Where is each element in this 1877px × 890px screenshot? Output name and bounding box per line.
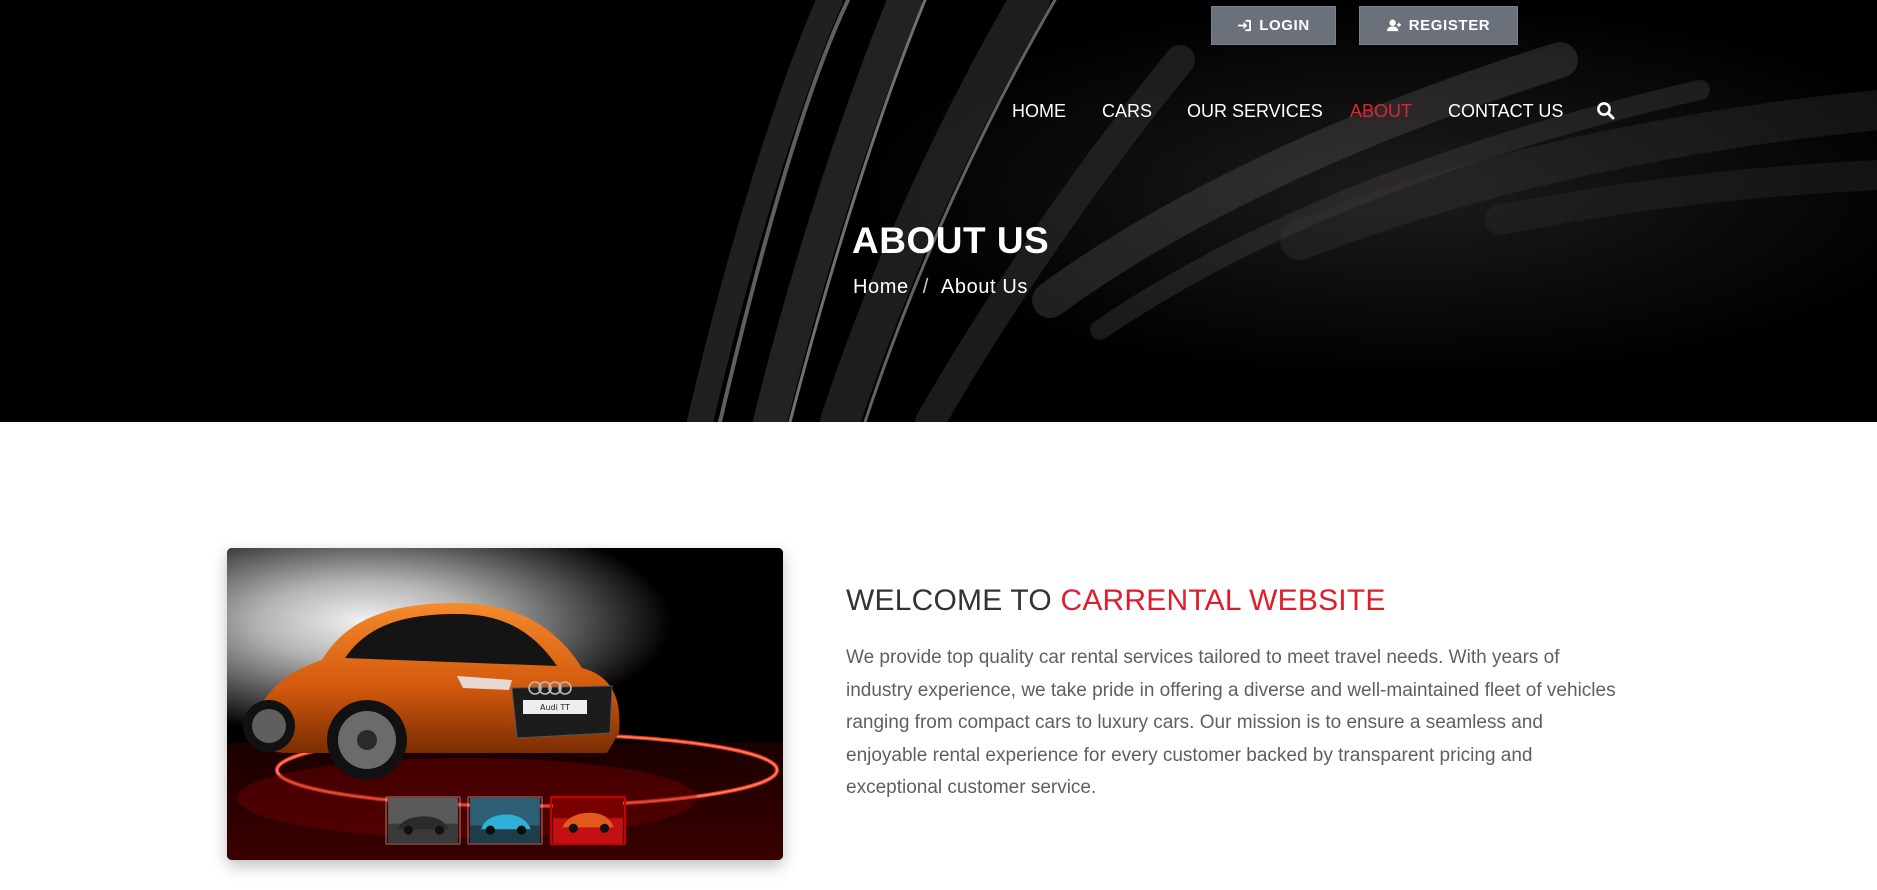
license-plate: Audi TT [540,703,570,712]
gallery-thumbnail[interactable] [385,796,461,845]
nav-contact-us[interactable]: CONTACT US [1448,98,1563,124]
car-image-gallery: Audi TT [227,548,783,860]
breadcrumb-current: About Us [940,276,1028,298]
user-plus-icon [1386,19,1401,32]
thumbnail-image [553,798,623,843]
gallery-thumbnail[interactable] [467,796,543,845]
hero-banner: LOGIN REGISTER HOME CARS OUR SERVICES AB… [0,0,1877,422]
welcome-heading-prefix: WELCOME TO [846,584,1061,617]
about-description: We provide top quality car rental servic… [846,647,1616,799]
sign-in-icon [1238,19,1252,32]
welcome-heading: WELCOME TO CARRENTAL WEBSITE [846,584,1386,618]
hero-background-image [0,0,1877,422]
login-button[interactable]: LOGIN [1211,6,1336,45]
gallery-thumbnail[interactable] [550,796,626,845]
search-icon[interactable] [1596,101,1616,121]
nav-home[interactable]: HOME [1012,98,1066,124]
thumbnail-image [388,798,458,843]
breadcrumb: Home / About Us [853,276,1028,299]
thumbnail-image [470,798,540,843]
nav-cars[interactable]: CARS [1102,98,1152,124]
register-button[interactable]: REGISTER [1359,6,1518,45]
nav-about[interactable]: ABOUT [1350,98,1412,124]
login-label: LOGIN [1259,17,1310,34]
page-title: ABOUT US [852,220,1050,261]
register-label: REGISTER [1408,17,1491,34]
breadcrumb-home-link[interactable]: Home [853,276,909,298]
breadcrumb-separator: / [922,276,929,298]
welcome-heading-brand: CARRENTAL WEBSITE [1060,584,1386,617]
nav-our-services[interactable]: OUR SERVICES [1187,98,1323,124]
